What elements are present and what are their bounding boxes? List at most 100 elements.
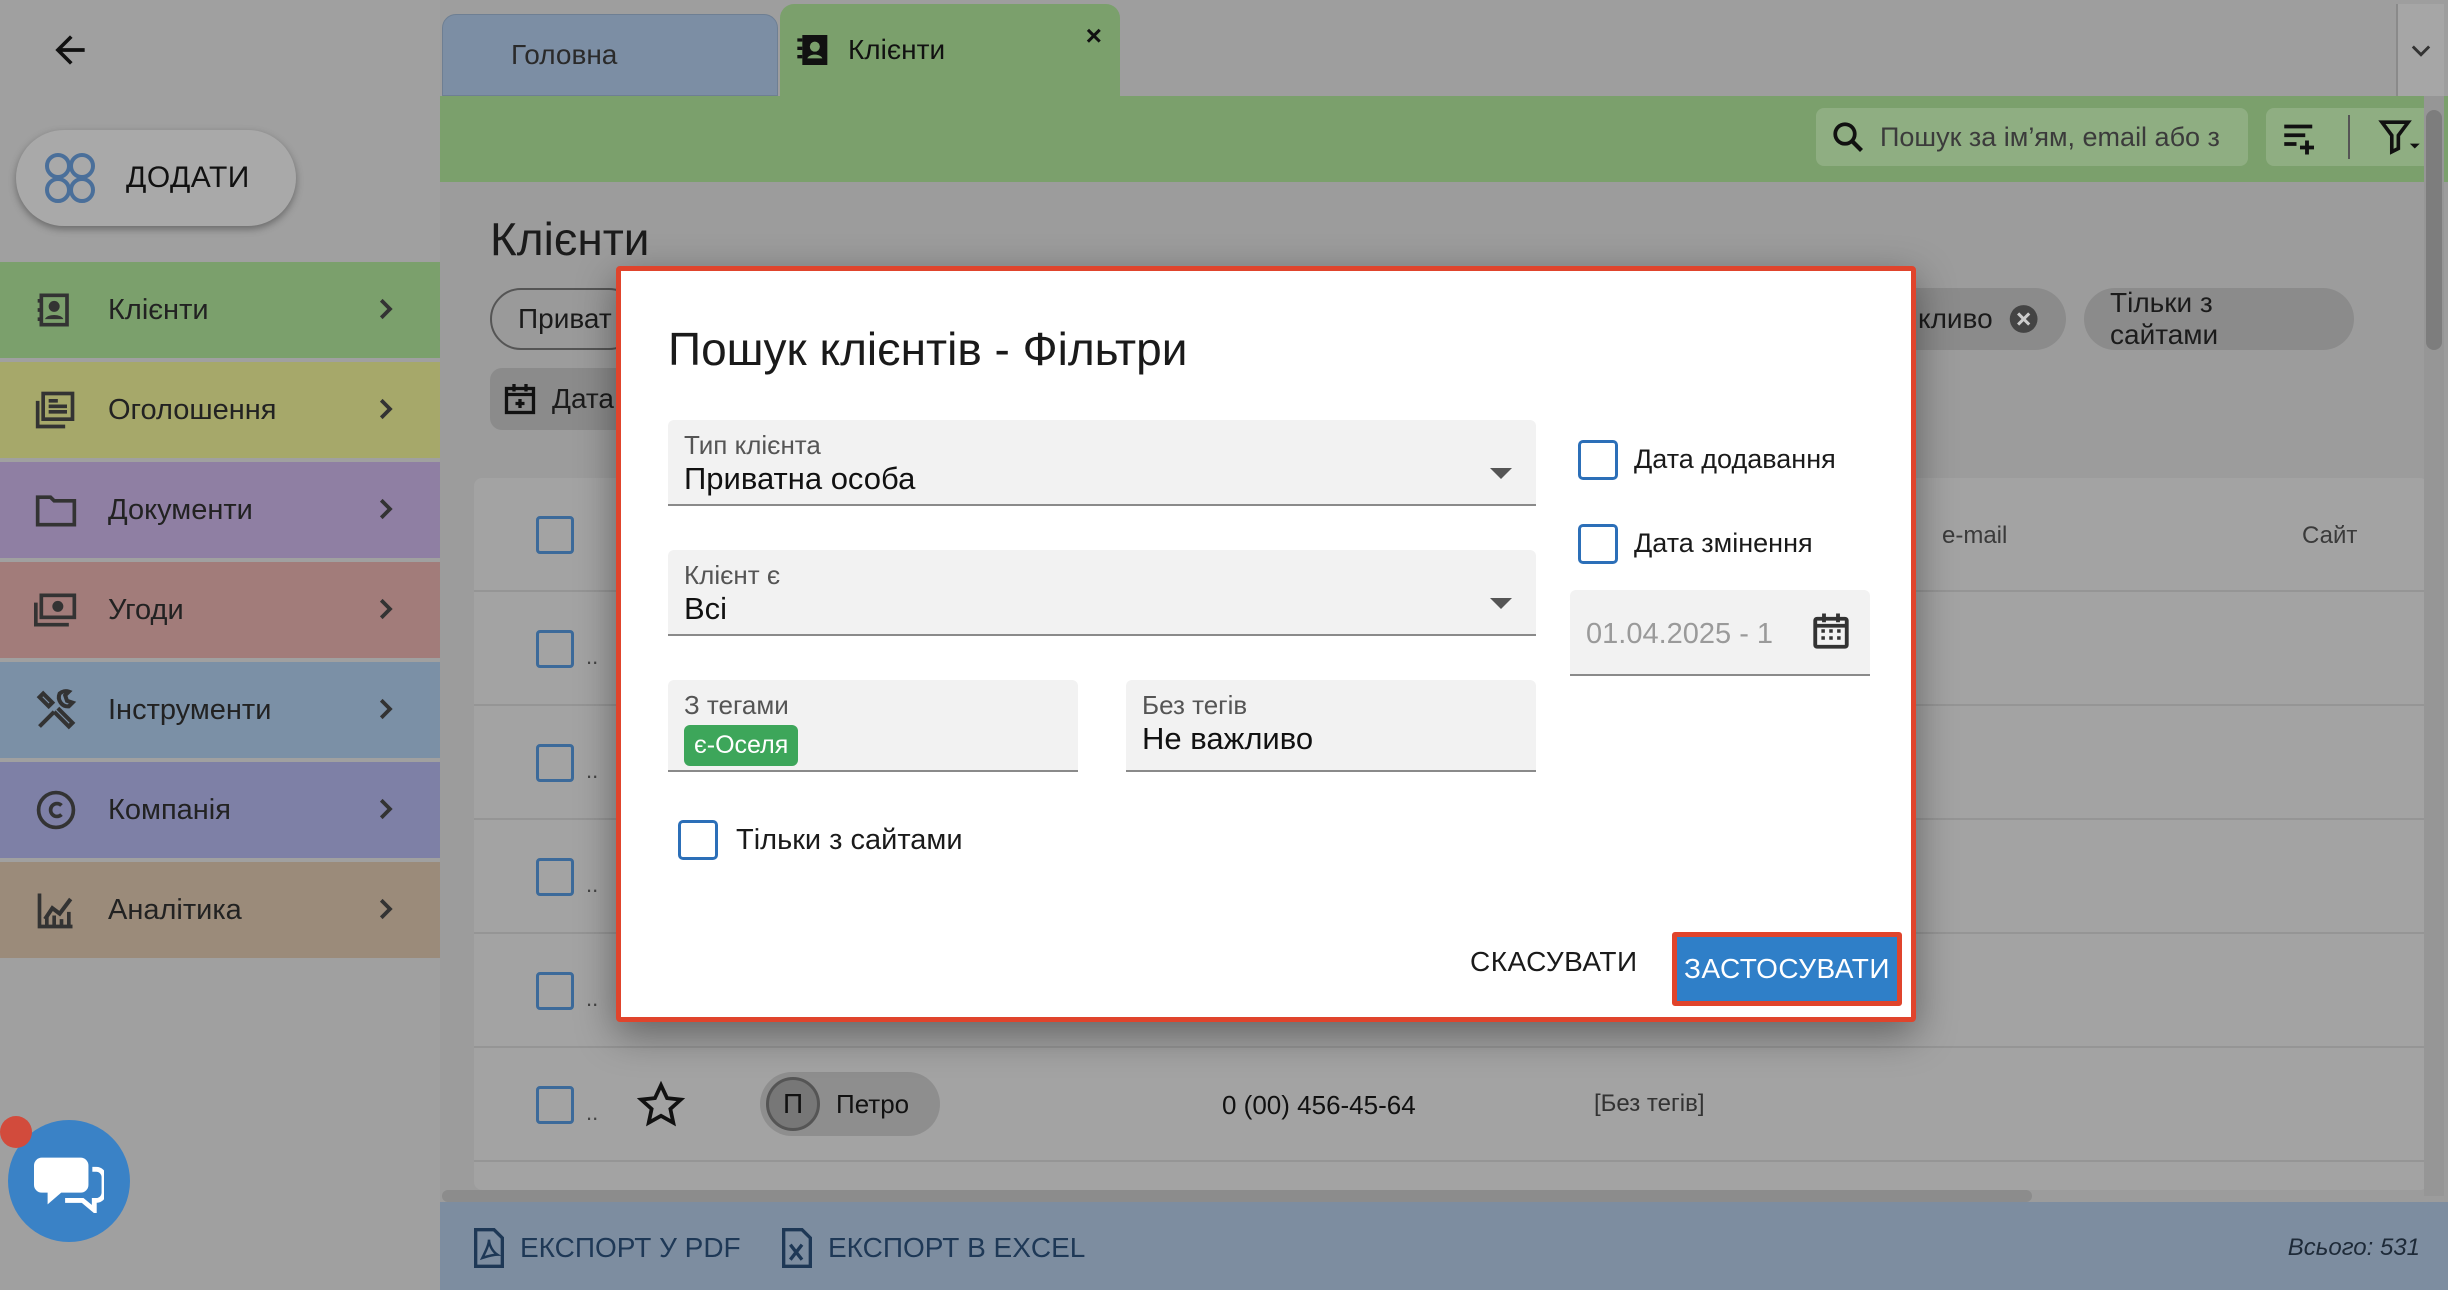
- date-added-checkbox[interactable]: [1578, 440, 1618, 480]
- chip-label: кливо: [1918, 303, 1993, 334]
- sidebar-item-listings[interactable]: Оголошення: [0, 362, 440, 458]
- folder-icon: [35, 495, 77, 527]
- chip-label: Приват: [518, 303, 612, 334]
- with-tags-field[interactable]: З тегами є-Оселя: [668, 680, 1078, 772]
- copyright-icon: [36, 790, 76, 830]
- sidebar-item-clients[interactable]: Клієнти: [0, 262, 440, 358]
- contacts-icon: [37, 293, 69, 327]
- apply-button-label: ЗАСТОСУВАТИ: [1684, 953, 1890, 984]
- only-sites-label: Тільки з сайтами: [736, 824, 963, 856]
- row-ellipsis: ..: [586, 1100, 599, 1125]
- client-name: Петро: [836, 1088, 910, 1119]
- field-value: Всі: [684, 591, 728, 626]
- chip-label: Тільки з сайтами: [2110, 287, 2219, 350]
- arrow-left-icon: [55, 35, 85, 65]
- search-placeholder: Пошук за ім’ям, email або з: [1880, 121, 2220, 152]
- tabs-dropdown-button[interactable]: [2396, 4, 2444, 96]
- sidebar-item-tools[interactable]: Інструменти: [0, 662, 440, 758]
- field-label: Без тегів: [1142, 690, 1248, 720]
- back-button[interactable]: [40, 20, 100, 80]
- date-changed-checkbox[interactable]: [1578, 524, 1618, 564]
- sidebar-item-label: Документи: [108, 493, 253, 526]
- export-excel-button[interactable]: ЕКСПОРТ В EXCEL: [780, 1228, 1085, 1268]
- chevron-right-icon: [379, 798, 393, 820]
- chevron-right-icon: [379, 598, 393, 620]
- sidebar-item-label: Інструменти: [108, 693, 272, 726]
- chevron-down-icon: [2411, 45, 2431, 57]
- row-ellipsis: ..: [586, 758, 599, 783]
- client-phone: 0 (00) 456-45-64: [1222, 1090, 1416, 1120]
- export-pdf-button[interactable]: ЕКСПОРТ У PDF: [472, 1228, 741, 1268]
- add-filter-list-icon[interactable]: [2279, 116, 2321, 158]
- contacts-icon: [797, 35, 828, 65]
- tab-home[interactable]: Головна: [442, 14, 778, 96]
- total-count: Всього: 531: [2287, 1234, 2420, 1261]
- field-value: Не важливо: [1142, 721, 1314, 756]
- notification-dot: [0, 1116, 32, 1148]
- table-divider: [474, 1046, 2428, 1048]
- sidebar-item-label: Клієнти: [108, 293, 209, 326]
- calendar-add-icon: [504, 384, 536, 415]
- tag-chip[interactable]: є-Оселя: [684, 725, 799, 766]
- sidebar-item-documents[interactable]: Документи: [0, 462, 440, 558]
- filter-dropdown-icon[interactable]: [2377, 116, 2423, 158]
- add-button[interactable]: ДОДАТИ: [16, 130, 296, 226]
- export-excel-label: ЕКСПОРТ В EXCEL: [828, 1232, 1086, 1263]
- sidebar-item-company[interactable]: Компанія: [0, 762, 440, 858]
- sidebar-item-deals[interactable]: Угоди: [0, 562, 440, 658]
- date-changed-label: Дата змінення: [1634, 528, 1813, 558]
- field-label: Клієнт є: [684, 560, 781, 590]
- sidebar-item-label: Аналітика: [108, 893, 242, 926]
- tab-clients[interactable]: Клієнти ×: [780, 4, 1120, 96]
- sidebar-item-label: Оголошення: [108, 393, 277, 426]
- client-type-select[interactable]: Тип клієнта Приватна особа: [668, 420, 1536, 506]
- export-pdf-label: ЕКСПОРТ У PDF: [520, 1232, 741, 1263]
- field-label: Тип клієнта: [684, 430, 821, 460]
- money-icon: [34, 593, 77, 627]
- sidebar-item-analytics[interactable]: Аналітика: [0, 862, 440, 958]
- client-tags: [Без тегів]: [1594, 1090, 1705, 1117]
- row-ellipsis: ..: [586, 986, 599, 1011]
- row-checkbox[interactable]: [536, 630, 574, 668]
- row-checkbox[interactable]: [536, 858, 574, 896]
- row-checkbox[interactable]: [536, 1086, 574, 1124]
- date-range-input[interactable]: 01.04.2025 - 1: [1570, 590, 1870, 676]
- chat-bubbles-icon: [34, 1157, 104, 1213]
- chip-label: Дата: [551, 383, 614, 414]
- row-checkbox[interactable]: [536, 972, 574, 1010]
- filter-chip-only-sites[interactable]: Тільки з сайтами: [2084, 287, 2354, 350]
- row-ellipsis: ..: [586, 644, 599, 669]
- dialog-title: Пошук клієнтів - Фільтри: [668, 323, 1188, 375]
- client-is-select[interactable]: Клієнт є Всі: [668, 550, 1536, 636]
- star-icon[interactable]: [636, 1080, 686, 1130]
- footer: [440, 1202, 2448, 1290]
- sidebar-item-label: Компанія: [108, 793, 231, 826]
- row-checkbox[interactable]: [536, 744, 574, 782]
- apply-button[interactable]: ЗАСТОСУВАТИ: [1672, 932, 1902, 1006]
- analytics-icon: [37, 893, 73, 929]
- table-divider: [474, 1160, 2428, 1162]
- date-added-label: Дата додавання: [1634, 444, 1836, 474]
- page-title: Клієнти: [490, 213, 650, 265]
- chip-remove-icon[interactable]: [2007, 302, 2040, 336]
- close-icon[interactable]: ×: [1086, 20, 1102, 52]
- caret-down-icon: [1490, 468, 1512, 479]
- select-all-checkbox[interactable]: [536, 516, 574, 554]
- tab-label: Клієнти: [848, 34, 946, 65]
- search-input[interactable]: Пошук за ім’ям, email або з: [1816, 108, 2248, 166]
- sidebar-item-label: Угоди: [108, 593, 184, 626]
- column-header-site: Сайт: [2302, 522, 2358, 549]
- toolbar-divider: [2347, 115, 2350, 159]
- client-name-chip[interactable]: П Петро: [760, 1072, 940, 1136]
- row-ellipsis: ..: [586, 872, 599, 897]
- chevron-right-icon: [379, 498, 393, 520]
- tab-label: Головна: [511, 39, 618, 70]
- only-sites-checkbox[interactable]: [678, 820, 718, 860]
- calendar-icon[interactable]: [1810, 610, 1852, 652]
- without-tags-field[interactable]: Без тегів Не важливо: [1126, 680, 1536, 772]
- vertical-scroll-thumb[interactable]: [2426, 110, 2442, 350]
- horizontal-scrollbar[interactable]: [442, 1190, 2032, 1202]
- caret-down-icon: [1490, 598, 1512, 609]
- excel-file-icon: [782, 1228, 812, 1268]
- cancel-button[interactable]: СКАСУВАТИ: [1470, 946, 1638, 978]
